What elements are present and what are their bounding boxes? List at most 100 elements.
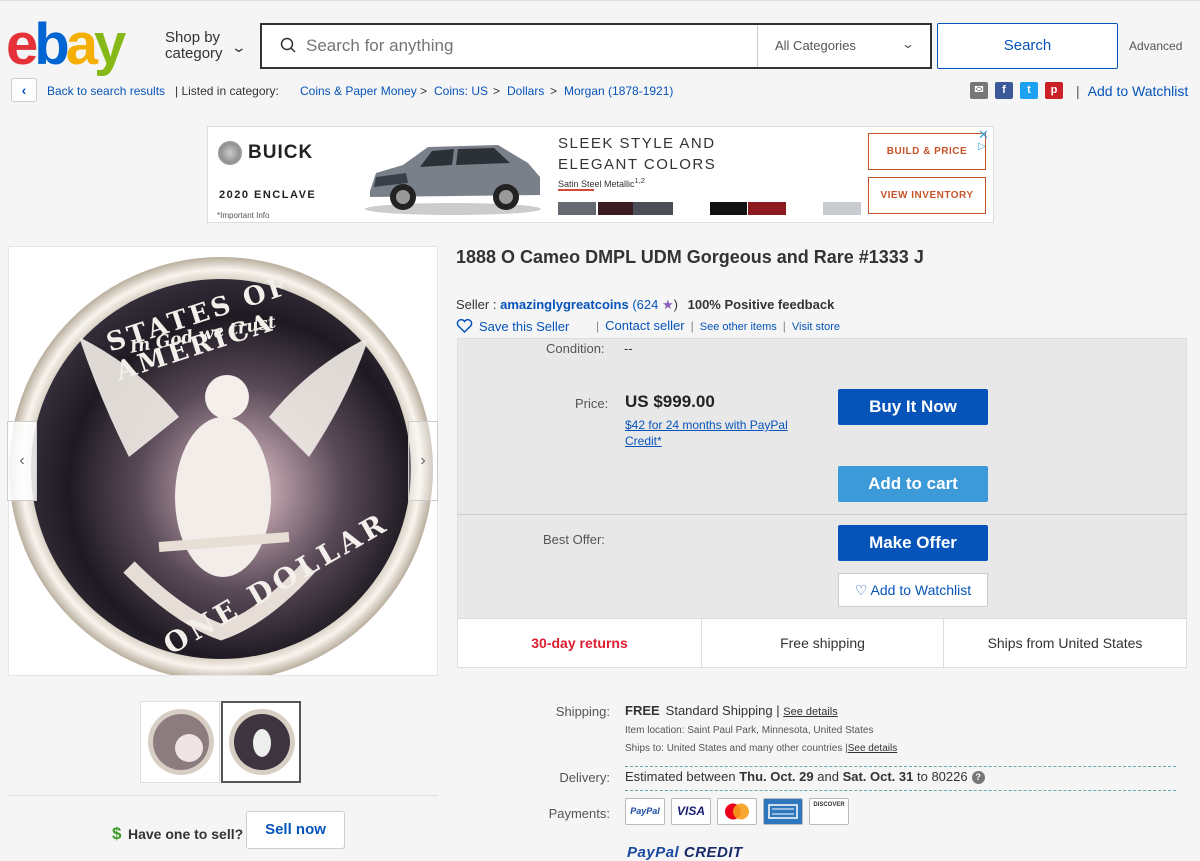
ships-to: Ships to: United States and many other c… <box>625 743 897 754</box>
chevron-down-icon[interactable]: ⌄ <box>231 39 247 56</box>
separator: | <box>776 703 780 718</box>
separator: | <box>782 319 786 333</box>
ad-color-name: Satin Steel Metallic1,2 <box>558 176 645 189</box>
seller-links: | Contact seller | See other items | Visit st… <box>590 318 840 333</box>
search-input[interactable] <box>306 25 746 67</box>
color-swatch[interactable] <box>558 202 596 215</box>
main-product-image[interactable]: STATES OF AMERICA In God we trust ONE DO… <box>8 246 438 676</box>
build-price-button[interactable]: BUILD & PRICE <box>868 133 986 170</box>
sell-now-button[interactable]: Sell now <box>246 811 345 849</box>
visit-store-link[interactable]: Visit store <box>792 321 840 333</box>
separator: | <box>690 319 694 333</box>
color-swatch[interactable] <box>633 202 673 215</box>
seller-feedback-score[interactable]: (624 <box>632 297 658 312</box>
ships-to-text: Ships to: United States and many other c… <box>625 743 843 754</box>
color-swatch[interactable] <box>673 202 708 215</box>
category-select[interactable]: All Categories <box>775 38 856 53</box>
color-swatch[interactable] <box>823 202 861 215</box>
watchlist-label: Add to Watchlist <box>1087 83 1189 99</box>
ad-underline <box>558 189 594 191</box>
breadcrumb-morgan[interactable]: Morgan (1878-1921) <box>564 84 673 98</box>
email-icon[interactable]: ✉ <box>970 82 988 99</box>
logo-letter-a: a <box>65 12 98 77</box>
buy-it-now-button[interactable]: Buy It Now <box>838 389 988 425</box>
make-offer-button[interactable]: Make Offer <box>838 525 988 561</box>
add-to-watchlist-button[interactable]: ♡ Add to Watchlist <box>838 573 988 607</box>
thumbnail-2-selected[interactable] <box>221 701 301 783</box>
ad-important-info[interactable]: *Important Info <box>217 211 269 220</box>
delivery-and: and <box>817 769 839 784</box>
search-button[interactable]: Search <box>937 23 1118 69</box>
ebay-logo[interactable]: ebay <box>6 12 126 77</box>
add-to-watchlist-link[interactable]: | Add to Watchlist <box>1076 83 1188 99</box>
shipping-feature: Free shipping <box>701 618 944 668</box>
divider <box>457 514 1187 515</box>
back-arrow-icon[interactable]: ‹ <box>11 78 37 102</box>
listed-in-label: | Listed in category: <box>175 84 279 98</box>
color-swatch[interactable] <box>748 202 786 215</box>
search-icon <box>280 37 296 53</box>
delivery-date-start: Thu. Oct. 29 <box>739 769 814 784</box>
logo-letter-b: b <box>34 12 69 77</box>
facebook-icon[interactable]: f <box>995 82 1013 99</box>
score-close-paren: ) <box>673 297 678 312</box>
credit-word: CREDIT <box>683 844 743 861</box>
amex-logo <box>768 804 798 819</box>
ships-to-see-details-link[interactable]: See details <box>848 743 897 754</box>
chevron-down-icon[interactable]: ⌄ <box>901 37 915 51</box>
back-to-search-link[interactable]: Back to search results <box>47 84 165 98</box>
dotted-divider <box>625 766 1176 767</box>
ad-model: 2020 ENCLAVE <box>219 189 317 201</box>
breadcrumb-separator: > <box>493 84 501 98</box>
paypal-credit-offer-link[interactable]: $42 for 24 months with PayPal Credit* <box>625 417 815 449</box>
color-swatch[interactable] <box>710 202 747 215</box>
watchlist-button-label: Add to Watchlist <box>870 582 972 598</box>
adchoices-icon[interactable]: ▷ <box>978 141 986 152</box>
visa-icon: VISA <box>671 798 711 825</box>
buick-logo-icon <box>218 141 242 165</box>
heart-icon: ♡ <box>854 582 868 598</box>
have-one-to-sell-text: Have one to sell? <box>128 826 244 842</box>
seller-name-link[interactable]: amazinglygreatcoins <box>500 297 629 312</box>
view-inventory-button[interactable]: VIEW INVENTORY <box>868 177 986 214</box>
delivery-pre: Estimated between <box>625 769 736 784</box>
paypal-icon: PayPal <box>625 798 665 825</box>
twitter-icon[interactable]: t <box>1020 82 1038 99</box>
suv-car-image <box>365 145 541 215</box>
delivery-estimate: Estimated between Thu. Oct. 29 and Sat. … <box>625 769 985 784</box>
divider <box>8 795 438 796</box>
color-swatch[interactable] <box>786 202 821 215</box>
item-location: Item location: Saint Paul Park, Minnesot… <box>625 725 874 736</box>
ships-from-feature: Ships from United States <box>943 618 1187 668</box>
next-image-arrow-icon[interactable]: › <box>408 421 438 501</box>
pinterest-icon[interactable]: p <box>1045 82 1063 99</box>
shop-by-category[interactable]: Shop by category <box>165 30 223 62</box>
best-offer-label: Best Offer: <box>543 532 605 547</box>
advanced-search-link[interactable]: Advanced <box>1129 39 1182 53</box>
prev-image-arrow-icon[interactable]: ‹ <box>7 421 37 501</box>
buick-ad-banner[interactable]: BUICK 2020 ENCLAVE *Important Info SLEEK… <box>207 126 994 223</box>
shop-by-line2: category <box>165 45 223 62</box>
shipping-free: FREE <box>625 703 660 718</box>
save-seller-link[interactable]: Save this Seller <box>456 318 569 334</box>
breadcrumb-dollars[interactable]: Dollars <box>507 84 544 98</box>
paypal-credit-logo: PayPal CREDIT <box>627 844 743 861</box>
add-to-cart-button[interactable]: Add to cart <box>838 466 988 502</box>
color-swatch[interactable] <box>598 202 633 215</box>
shop-by-line1: Shop by <box>165 29 221 46</box>
discover-icon: DISCOVER <box>809 798 849 825</box>
dollar-sign-icon: $ <box>112 824 122 843</box>
breadcrumb-coins-paper-money[interactable]: Coins & Paper Money <box>300 84 417 98</box>
shipping-see-details-link[interactable]: See details <box>783 706 837 718</box>
item-title: 1888 O Cameo DMPL UDM Gorgeous and Rare … <box>456 247 924 267</box>
thumbnail-1[interactable] <box>140 701 220 783</box>
help-icon[interactable]: ? <box>971 771 985 784</box>
color-footnote: 1,2 <box>634 176 645 185</box>
price-value: US $999.00 <box>625 392 715 411</box>
color-name-text: Satin Steel Metallic <box>558 179 635 189</box>
condition-label: Condition: <box>546 341 605 356</box>
breadcrumb-coins-us[interactable]: Coins: US <box>434 84 488 98</box>
see-other-items-link[interactable]: See other items <box>700 321 777 333</box>
ad-brand: BUICK <box>248 142 314 163</box>
contact-seller-link[interactable]: Contact seller <box>605 318 684 333</box>
